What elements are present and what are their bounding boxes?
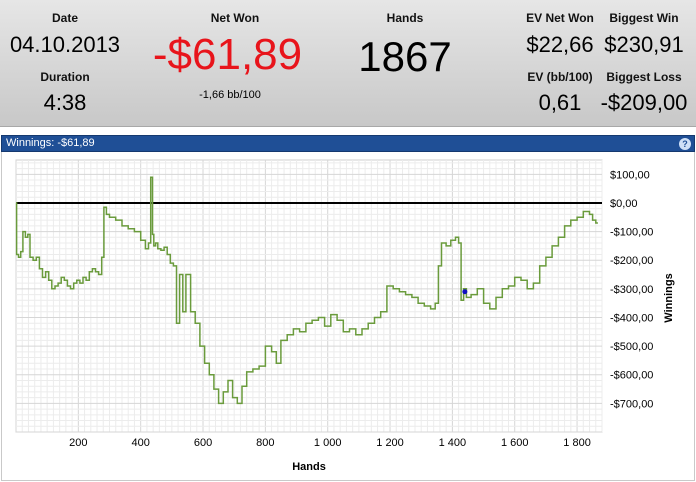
y-tick-label: -$700,00	[610, 398, 653, 410]
x-tick-label: 200	[69, 437, 87, 449]
y-axis-ticks: $100,00 $0,00 -$100,00 -$200,00 -$300,00 -$40…	[610, 169, 653, 410]
y-tick-label: $100,00	[610, 169, 650, 181]
x-tick-label: 1 200	[376, 437, 404, 449]
y-tick-label: $0,00	[610, 198, 638, 210]
chart-grid	[15, 159, 603, 433]
current-hand-marker	[462, 289, 468, 295]
x-tick-label: 1 400	[439, 437, 467, 449]
x-tick-label: 600	[194, 437, 212, 449]
x-axis-ticks: 200 400 600 800 1 000 1 200 1 400 1 600 1 800	[69, 437, 591, 449]
x-tick-label: 1 800	[563, 437, 591, 449]
y-tick-label: -$500,00	[610, 341, 653, 353]
x-tick-label: 800	[256, 437, 274, 449]
y-axis-label: Winnings	[663, 273, 675, 322]
x-tick-label: 1 000	[314, 437, 342, 449]
y-tick-label: -$600,00	[610, 370, 653, 382]
x-axis-label: Hands	[292, 461, 326, 473]
y-tick-label: -$200,00	[610, 255, 653, 267]
x-tick-label: 1 600	[501, 437, 529, 449]
y-tick-label: -$300,00	[610, 284, 653, 296]
y-tick-label: -$400,00	[610, 312, 653, 324]
y-tick-label: -$100,00	[610, 227, 653, 239]
winnings-chart: 200 400 600 800 1 000 1 200 1 400 1 600 1 800 $1…	[15, 159, 675, 473]
x-tick-label: 400	[132, 437, 150, 449]
